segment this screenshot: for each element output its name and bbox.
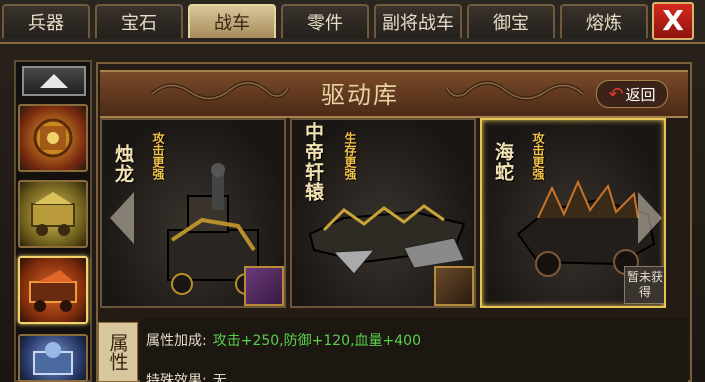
nav-right-icon[interactable] xyxy=(636,190,664,246)
return-button[interactable]: ↶ 返回 xyxy=(596,80,668,108)
tab-parts[interactable]: 零件 xyxy=(281,4,369,38)
attribute-special-label: 特殊效果: xyxy=(146,373,207,382)
return-arrow-icon: ↶ xyxy=(608,83,624,105)
item-badge-icon xyxy=(434,266,474,306)
chariot-name: 烛龙 xyxy=(112,144,134,184)
dragon-ornament-left xyxy=(150,81,290,101)
tab-smelt[interactable]: 熔炼 xyxy=(560,4,648,38)
tab-deputy-chariot[interactable]: 副将战车 xyxy=(374,4,462,38)
chariot-icon xyxy=(33,342,73,375)
close-button[interactable]: X xyxy=(652,2,694,40)
attribute-special-value: 无 xyxy=(212,373,227,382)
chariot-icon xyxy=(33,118,73,158)
return-label: 返回 xyxy=(625,85,656,104)
arrow-up-icon xyxy=(40,74,68,88)
attribute-tab[interactable]: 属性 xyxy=(98,322,138,382)
tab-bar: 兵器 宝石 战车 零件 副将战车 御宝 熔炼 X xyxy=(0,0,705,44)
tab-label: 副将战车 xyxy=(382,13,454,34)
scroll-up-button[interactable] xyxy=(22,66,86,96)
tab-chariot[interactable]: 战车 xyxy=(188,4,276,38)
tab-label: 零件 xyxy=(307,13,343,34)
chariot-thumb-2[interactable] xyxy=(18,180,88,248)
close-icon: X xyxy=(662,4,684,37)
tab-treasure[interactable]: 御宝 xyxy=(467,4,555,38)
chariot-thumb-1[interactable] xyxy=(18,104,88,172)
tab-label: 战车 xyxy=(214,13,250,34)
tab-label: 兵器 xyxy=(28,13,64,34)
page-title: 驱动库 xyxy=(321,80,399,109)
attribute-bonus-value: 攻击+250,防御+120,血量+400 xyxy=(212,333,421,349)
tab-label: 熔炼 xyxy=(586,13,622,34)
attribute-special-row: 特殊效果: 无 xyxy=(146,370,227,382)
status-badge: 暂未获得 xyxy=(624,266,664,304)
chariot-icon xyxy=(31,192,75,236)
attribute-bonus-label: 属性加成: xyxy=(146,333,207,349)
chariot-thumb-3[interactable] xyxy=(18,256,88,324)
tab-gems[interactable]: 宝石 xyxy=(95,4,183,38)
tab-weapons[interactable]: 兵器 xyxy=(2,4,90,38)
chariot-thumb-4[interactable] xyxy=(18,334,88,382)
tab-label: 宝石 xyxy=(121,13,157,34)
chariot-card-xuanyuan[interactable]: 中帝轩辕 生存更强 xyxy=(290,118,476,308)
attribute-bonus-row: 属性加成: 攻击+250,防御+120,血量+400 xyxy=(146,330,421,350)
nav-left-icon[interactable] xyxy=(108,190,136,246)
dragon-ornament-right xyxy=(445,81,585,101)
tab-label: 御宝 xyxy=(493,13,529,34)
game-window: 兵器 宝石 战车 零件 副将战车 御宝 熔炼 X 驱动库 ↶ 返回 烛龙 攻击更… xyxy=(0,0,705,382)
item-badge-icon xyxy=(244,266,284,306)
chariot-icon xyxy=(29,270,77,312)
